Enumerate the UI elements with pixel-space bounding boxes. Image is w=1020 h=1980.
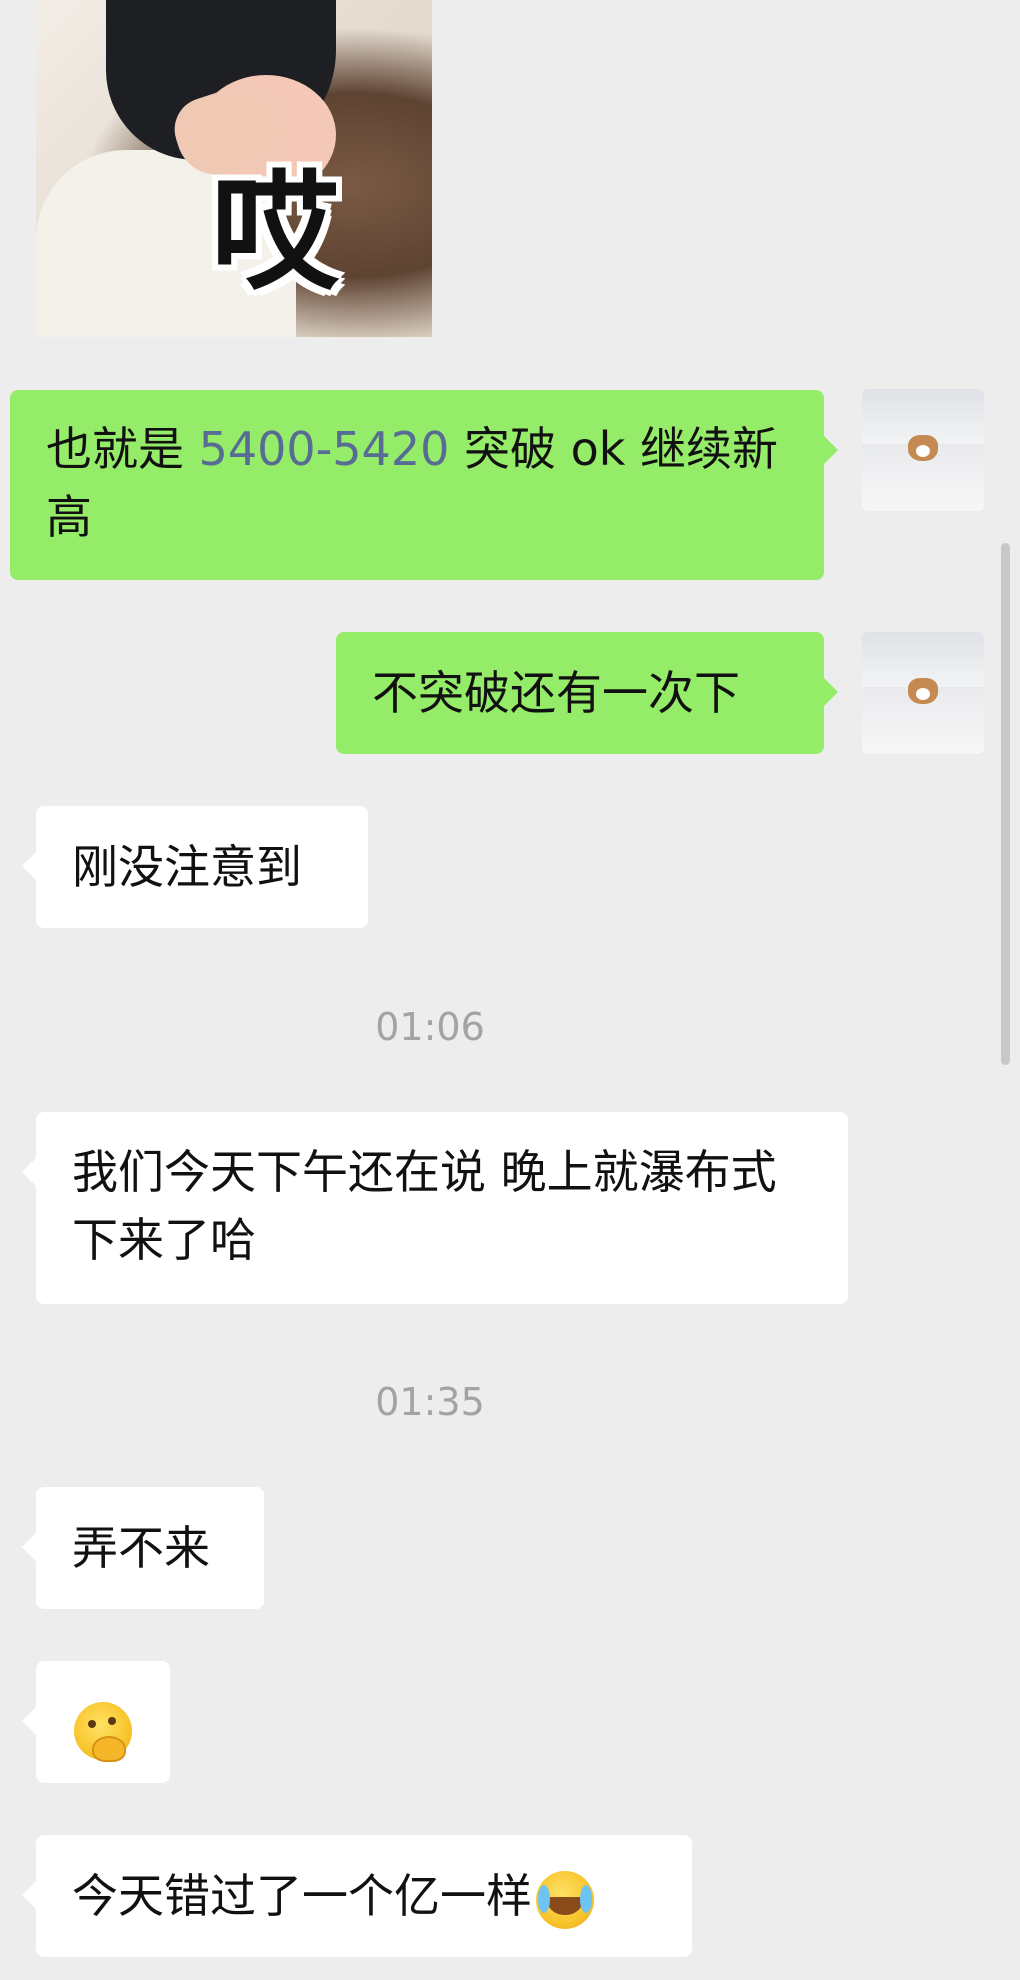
thinking-hand-over-mouth-emoji-icon [74, 1701, 132, 1762]
message-bubble-mine[interactable]: 也就是 5400-5420 突破 ok 继续新高 [10, 390, 838, 580]
message-text: 今天错过了一个亿一样 [72, 1869, 532, 1923]
message-bubble-other[interactable]: 弄不来 [22, 1487, 264, 1609]
scrollbar[interactable] [1001, 543, 1010, 1065]
message-number-link[interactable]: 5400-5420 [199, 422, 450, 476]
sticker-image[interactable]: 哎 [36, 0, 432, 337]
timestamp: 01:06 [375, 1005, 485, 1049]
loudly-crying-emoji-icon [536, 1870, 594, 1929]
message-text: 刚没注意到 [72, 840, 302, 894]
message-bubble-other[interactable]: 今天错过了一个亿一样 [22, 1835, 692, 1957]
sticker-caption: 哎 [211, 159, 340, 308]
message-text: 不突破还有一次下 [372, 666, 740, 720]
message-bubble-other[interactable] [22, 1661, 170, 1783]
message-text: 也就是 [46, 422, 199, 476]
avatar-dog [908, 678, 938, 704]
avatar-dog [908, 435, 938, 461]
user-avatar[interactable] [862, 632, 984, 754]
timestamp: 01:35 [375, 1380, 485, 1424]
message-text: 弄不来 [72, 1521, 210, 1575]
message-text: 我们今天下午还在说 晚上就瀑布式下来了哈 [72, 1145, 777, 1267]
message-bubble-mine[interactable]: 不突破还有一次下 [336, 632, 838, 754]
message-bubble-other[interactable]: 我们今天下午还在说 晚上就瀑布式下来了哈 [22, 1112, 848, 1304]
message-bubble-other[interactable]: 刚没注意到 [22, 806, 368, 928]
user-avatar[interactable] [862, 389, 984, 511]
